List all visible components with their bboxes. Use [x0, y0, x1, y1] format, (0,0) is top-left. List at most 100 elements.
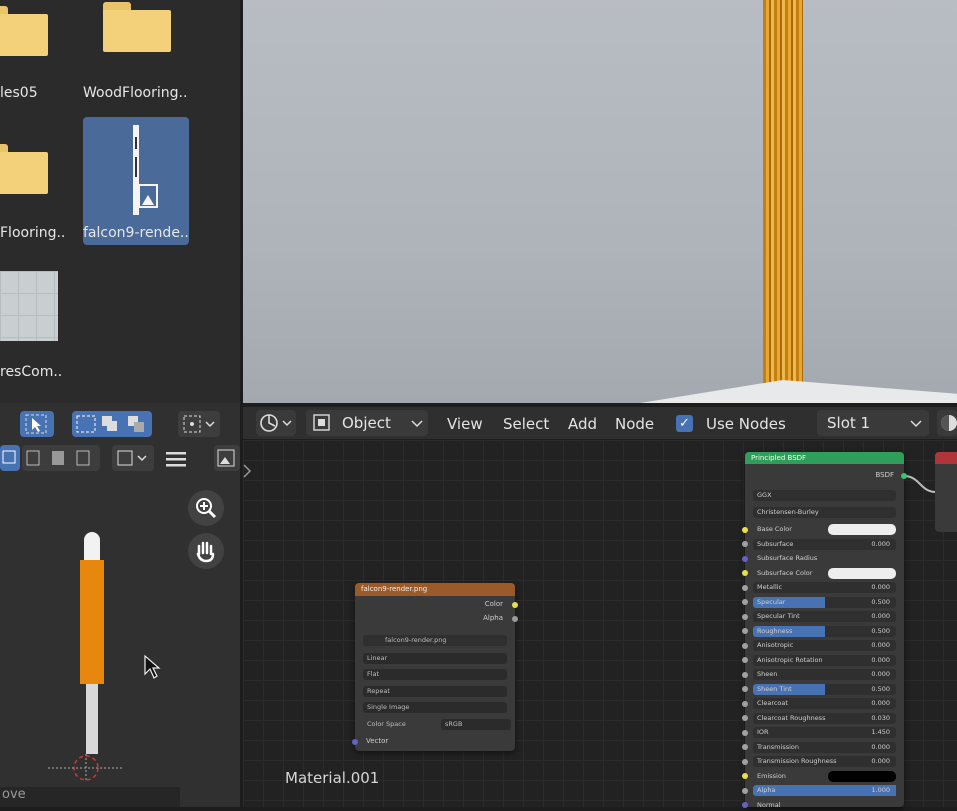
bsdf-input-row[interactable]: Transmission 0.000 — [742, 741, 896, 753]
uv-mode-group[interactable] — [22, 445, 100, 471]
menu-add[interactable]: Add — [568, 415, 597, 433]
sticky-mode-dropdown[interactable] — [112, 445, 154, 471]
file-label[interactable]: Flooring.. — [0, 225, 65, 241]
folder-icon[interactable] — [103, 2, 171, 52]
bsdf-input-value[interactable]: 0.500 — [871, 597, 890, 608]
bsdf-input-value[interactable]: 0.000 — [871, 742, 890, 753]
bsdf-input-row[interactable]: Clearcoat Roughness 0.030 — [742, 712, 896, 724]
file-label[interactable]: les05 — [0, 85, 38, 101]
principled-bsdf-node[interactable]: Principled BSDF BSDF GGX Christensen-Bur… — [742, 452, 907, 809]
input-socket[interactable] — [742, 657, 748, 663]
selection-mode-group[interactable] — [72, 411, 152, 437]
input-socket[interactable] — [742, 686, 748, 692]
texture-thumbnail[interactable] — [0, 271, 58, 341]
bsdf-input-row[interactable]: Metallic 0.000 — [742, 582, 896, 593]
bsdf-input-row[interactable]: IOR 1.450 — [742, 727, 896, 738]
input-socket[interactable] — [742, 526, 748, 533]
bsdf-input-value[interactable]: 0.500 — [871, 626, 890, 637]
bsdf-input-row[interactable]: Base Color — [742, 524, 896, 535]
alpha-output-socket[interactable] — [512, 616, 518, 622]
bsdf-input-value[interactable]: 1.450 — [871, 727, 890, 738]
color-swatch[interactable] — [828, 567, 896, 579]
bsdf-input-row[interactable]: Sheen 0.000 — [742, 669, 896, 680]
color-swatch[interactable] — [828, 524, 896, 535]
file-label[interactable]: WoodFlooring.. — [83, 85, 187, 101]
input-socket[interactable] — [742, 744, 748, 750]
input-socket[interactable] — [742, 700, 748, 707]
bsdf-input-value[interactable]: 0.000 — [871, 698, 890, 709]
bsdf-input-value[interactable]: 0.500 — [871, 684, 890, 695]
select-tool-button[interactable] — [20, 411, 54, 437]
input-socket[interactable] — [742, 729, 748, 736]
bsdf-input-value[interactable]: 0.000 — [871, 582, 890, 593]
slot-dropdown[interactable]: Slot 1 — [817, 410, 929, 436]
bsdf-input-value[interactable]: 1.000 — [871, 785, 890, 796]
uv-select-mode[interactable] — [0, 445, 20, 471]
pan-button[interactable] — [188, 533, 224, 569]
image-node-title[interactable]: falcon9-render.png — [355, 583, 515, 596]
bsdf-input-row[interactable]: Specular Tint 0.000 — [742, 611, 896, 622]
bsdf-input-value[interactable]: 0.000 — [871, 611, 890, 622]
folder-icon[interactable] — [0, 6, 48, 56]
input-socket[interactable] — [742, 642, 748, 649]
subsurface-method-dropdown[interactable]: Christensen-Burley — [753, 507, 896, 518]
menu-node[interactable]: Node — [615, 415, 654, 433]
zoom-button[interactable] — [188, 490, 224, 526]
input-socket[interactable] — [742, 802, 748, 808]
input-socket[interactable] — [742, 773, 748, 779]
bsdf-input-value[interactable]: 0.030 — [871, 713, 890, 724]
bsdf-input-row[interactable]: Anisotropic Rotation 0.000 — [742, 654, 896, 666]
input-socket[interactable] — [742, 599, 748, 605]
input-socket[interactable] — [742, 787, 748, 794]
vector-input-socket[interactable] — [352, 739, 358, 745]
bsdf-input-row[interactable]: Anisotropic 0.000 — [742, 640, 896, 651]
image-texture-node[interactable]: falcon9-render.png Color Alpha falcon9-r… — [352, 583, 518, 751]
projection-dropdown[interactable]: Flat — [363, 669, 507, 680]
pivot-dropdown[interactable] — [178, 411, 220, 437]
color-space-row[interactable]: Color Space sRGB — [363, 719, 511, 730]
bsdf-node-title[interactable]: Principled BSDF — [745, 452, 904, 464]
color-space-value[interactable]: sRGB — [441, 719, 511, 730]
3d-viewport[interactable] — [243, 0, 957, 403]
2d-cursor-icon[interactable] — [48, 748, 124, 784]
bsdf-input-value[interactable]: 0.000 — [871, 669, 890, 680]
bsdf-input-row[interactable]: Transmission Roughness 0.000 — [742, 756, 896, 767]
image-browse-button[interactable] — [214, 445, 240, 471]
file-label-selected[interactable]: falcon9-rende.. — [83, 225, 189, 241]
bsdf-input-value[interactable]: 0.000 — [871, 756, 890, 767]
bsdf-input-row[interactable]: Subsurface Radius — [742, 553, 896, 564]
input-socket[interactable] — [742, 758, 748, 765]
input-socket[interactable] — [742, 541, 748, 547]
menu-view[interactable]: View — [447, 415, 483, 433]
use-nodes-checkbox[interactable]: ✓ — [676, 415, 693, 432]
source-dropdown[interactable]: Single Image — [363, 702, 507, 713]
distribution-dropdown[interactable]: GGX — [753, 490, 896, 501]
bsdf-input-row[interactable]: Normal — [742, 800, 896, 811]
image-editor-panel[interactable] — [0, 403, 240, 807]
bsdf-input-value[interactable]: 0.000 — [871, 640, 890, 651]
input-socket[interactable] — [742, 570, 748, 576]
object-mode-dropdown[interactable]: Object — [306, 410, 428, 436]
input-socket[interactable] — [742, 628, 748, 634]
color-swatch[interactable] — [828, 770, 896, 782]
bsdf-input-row[interactable]: Sheen Tint 0.500 — [742, 683, 896, 695]
input-socket[interactable] — [742, 613, 748, 620]
bsdf-input-value[interactable]: 0.000 — [871, 539, 890, 550]
menu-select[interactable]: Select — [503, 415, 549, 433]
sidebar-expand-arrow-icon[interactable] — [241, 462, 253, 480]
bsdf-input-row[interactable]: Roughness 0.500 — [742, 625, 896, 637]
editor-type-dropdown[interactable] — [256, 410, 296, 436]
image-selector[interactable]: falcon9-render.png — [363, 635, 507, 646]
folder-icon[interactable] — [0, 144, 48, 194]
bsdf-input-value[interactable]: 0.000 — [871, 655, 890, 666]
input-socket[interactable] — [742, 715, 748, 721]
bsdf-output-socket[interactable] — [901, 473, 907, 479]
bsdf-input-row[interactable]: Subsurface 0.000 — [742, 538, 896, 550]
bsdf-input-row[interactable]: Emission — [742, 770, 896, 782]
input-socket[interactable] — [742, 584, 748, 591]
interpolation-dropdown[interactable]: Linear — [363, 653, 507, 664]
bsdf-input-row[interactable]: Specular 0.500 — [742, 596, 896, 608]
material-output-node[interactable] — [935, 452, 957, 532]
input-socket[interactable] — [742, 671, 748, 678]
extension-dropdown[interactable]: Repeat — [363, 686, 507, 697]
